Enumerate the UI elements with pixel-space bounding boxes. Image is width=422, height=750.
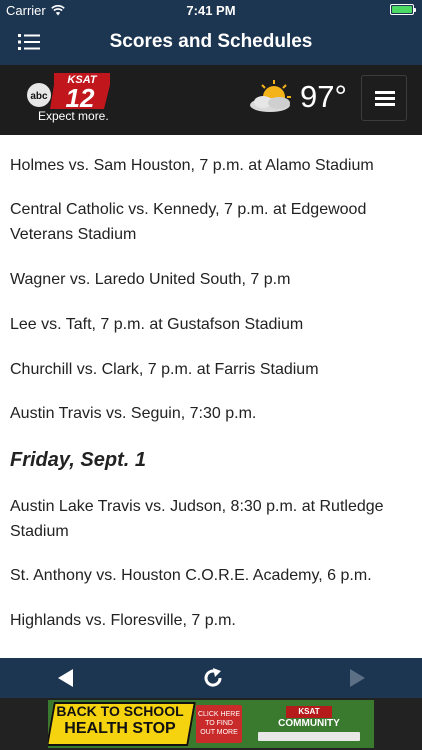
station-banner: abc KSAT 12 Expect more. 97° [0, 65, 422, 135]
ad-community-label: COMMUNITY [278, 718, 340, 729]
partly-cloudy-icon[interactable] [246, 79, 298, 119]
game-item: Austin Lake Travis vs. Judson, 8:30 p.m.… [10, 498, 384, 540]
schedule-content[interactable]: Holmes vs. Sam Houston, 7 p.m. at Alamo … [0, 135, 422, 658]
battery-icon [390, 4, 416, 15]
game-item: Wagner vs. Laredo United South, 7 p.m [10, 271, 291, 288]
battery-indicator [390, 4, 416, 15]
game-item: Holmes vs. Sam Houston, 7 p.m. at Alamo … [10, 157, 374, 174]
ad-cta-button[interactable]: CLICK HERE TO FIND OUT MORE [196, 705, 242, 743]
back-arrow-icon[interactable] [53, 668, 77, 688]
temperature: 97° [300, 79, 347, 114]
ad-cta-line: TO FIND [205, 720, 233, 727]
game-item: Austin Travis vs. Seguin, 7:30 p.m. [10, 405, 257, 422]
hamburger-line [375, 97, 395, 100]
game-item: St. Anthony vs. Houston C.O.R.E. Academy… [10, 567, 372, 584]
bottom-toolbar [0, 658, 422, 698]
ad-community-area: KSAT COMMUNITY [248, 704, 370, 744]
refresh-icon[interactable] [201, 668, 225, 688]
navigation-bar: Scores and Schedules [0, 20, 422, 65]
day-heading: Friday, Sept. 1 [10, 449, 146, 471]
ad-container: BACK TO SCHOOL HEALTH STOP CLICK HERE TO… [0, 698, 422, 750]
battery-fill [392, 6, 412, 13]
ad-brand: KSAT [286, 706, 332, 718]
ad-sign-line: HEALTH STOP [64, 720, 176, 737]
ad-sponsor-strip [258, 732, 360, 741]
tagline: Expect more. [38, 109, 109, 123]
status-bar: Carrier 7:41 PM [0, 0, 422, 20]
ad-sign-text: BACK TO SCHOOL HEALTH STOP [56, 703, 184, 737]
hamburger-line [375, 103, 395, 106]
game-item: Churchill vs. Clark, 7 p.m. at Farris St… [10, 361, 319, 378]
game-item: Highlands vs. Floresville, 7 p.m. [10, 612, 236, 629]
game-item: Central Catholic vs. Kennedy, 7 p.m. at … [10, 201, 367, 243]
logo-network: abc [30, 91, 48, 102]
hamburger-icon[interactable] [361, 75, 407, 121]
hamburger-line [375, 91, 395, 94]
ad-cta-line: CLICK HERE [197, 711, 240, 718]
ad-cta-line: OUT MORE [200, 729, 238, 736]
forward-arrow-icon[interactable] [346, 668, 370, 688]
game-item: Lee vs. Taft, 7 p.m. at Gustafson Stadiu… [10, 316, 304, 333]
page-title: Scores and Schedules [109, 31, 313, 52]
ad-sign-line: BACK TO SCHOOL [56, 703, 184, 719]
advertisement-banner[interactable]: BACK TO SCHOOL HEALTH STOP CLICK HERE TO… [48, 700, 374, 748]
clock: 7:41 PM [186, 3, 236, 18]
